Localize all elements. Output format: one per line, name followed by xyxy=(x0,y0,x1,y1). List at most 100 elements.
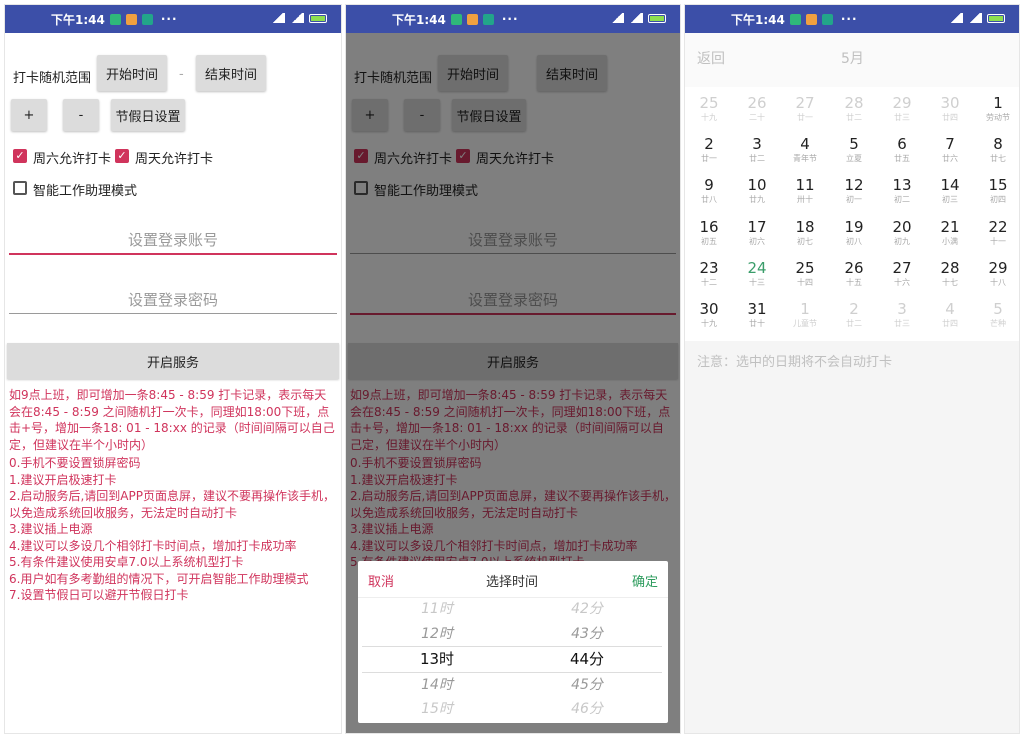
battery-icon xyxy=(309,13,327,23)
calendar-day[interactable]: 27 廿一 xyxy=(781,93,829,134)
calendar-day[interactable]: 29 廿三 xyxy=(878,93,926,134)
lunar-date: 初八 xyxy=(846,236,862,246)
calendar-day[interactable]: 2 廿一 xyxy=(685,134,733,175)
calendar-day[interactable]: 22 十一 xyxy=(974,217,1019,258)
dialog-title: 选择时间 xyxy=(486,575,539,590)
saturday-checkbox[interactable]: ✓ xyxy=(13,149,27,163)
calendar-day[interactable]: 5 芒种 xyxy=(974,299,1019,340)
calendar-day[interactable]: 30 十九 xyxy=(685,299,733,340)
calendar-day[interactable]: 31 廿十 xyxy=(733,299,781,340)
calendar-day[interactable]: 9 廿八 xyxy=(685,175,733,216)
app-notification-icon xyxy=(805,13,817,25)
more-notifications-icon: ··· xyxy=(501,12,519,26)
dialog-header: 取消 选择时间 确定 xyxy=(358,561,668,598)
calendar-day[interactable]: 3 廿二 xyxy=(733,134,781,175)
start-service-button[interactable]: 开启服务 xyxy=(7,343,339,379)
password-input[interactable]: 设置登录密码 xyxy=(9,283,337,317)
month-title: 5月 xyxy=(841,51,864,67)
end-time-button[interactable]: 结束时间 xyxy=(196,55,266,91)
calendar-day[interactable]: 6 廿五 xyxy=(878,134,926,175)
day-number: 1 xyxy=(993,94,1003,112)
day-number: 25 xyxy=(699,94,719,112)
day-number: 28 xyxy=(940,258,960,277)
minute-option[interactable]: 46分 xyxy=(512,697,662,722)
assistant-mode-checkbox[interactable] xyxy=(13,181,27,195)
lunar-date: 廿十 xyxy=(749,319,765,328)
calendar-day[interactable]: 26 二十 xyxy=(733,93,781,134)
calendar-day[interactable]: 11 卅十 xyxy=(781,175,829,216)
calendar-day[interactable]: 10 廿九 xyxy=(733,175,781,216)
calendar-day[interactable]: 25 十四 xyxy=(781,258,829,299)
hour-option[interactable]: 15时 xyxy=(362,697,512,722)
calendar-day[interactable]: 1 劳动节 xyxy=(974,93,1019,134)
calendar-day[interactable]: 17 初六 xyxy=(733,217,781,258)
account-input[interactable]: 设置登录账号 xyxy=(9,223,337,257)
calendar-day[interactable]: 28 十七 xyxy=(926,258,974,299)
lunar-date: 十九 xyxy=(701,113,717,122)
status-bar: 下午1:44 ··· xyxy=(5,5,341,33)
calendar-day[interactable]: 28 廿二 xyxy=(830,93,878,134)
hour-wheel[interactable]: 11时 12时 13时 14时 15时 xyxy=(362,597,512,722)
confirm-button[interactable]: 确定 xyxy=(632,571,658,590)
hour-option[interactable]: 14时 xyxy=(362,673,512,698)
lunar-date: 初九 xyxy=(894,236,910,246)
remove-time-button[interactable]: - xyxy=(63,99,99,131)
minute-option[interactable]: 45分 xyxy=(512,673,662,698)
calendar-day[interactable]: 2 廿二 xyxy=(830,299,878,340)
day-number: 4 xyxy=(945,300,955,318)
calendar-day[interactable]: 25 十九 xyxy=(685,93,733,134)
lunar-date: 十七 xyxy=(942,277,958,287)
minute-wheel[interactable]: 42分 43分 44分 45分 46分 xyxy=(512,597,662,722)
calendar-day[interactable]: 30 廿四 xyxy=(926,93,974,134)
calendar-day[interactable]: 7 廿六 xyxy=(926,134,974,175)
calendar-day[interactable]: 1 儿童节 xyxy=(781,299,829,340)
status-bar: 下午1:44 ··· xyxy=(346,5,680,33)
calendar-day[interactable]: 12 初一 xyxy=(830,175,878,216)
calendar-day[interactable]: 14 初三 xyxy=(926,175,974,216)
tip-item: 1.建议开启极速打卡 xyxy=(9,472,117,487)
hour-option-selected[interactable]: 13时 xyxy=(362,646,512,673)
more-notifications-icon: ··· xyxy=(840,12,858,26)
time-picker-dialog: 取消 选择时间 确定 11时 12时 13时 14时 15时 42分 43分 4… xyxy=(358,561,668,723)
calendar-day[interactable]: 21 小满 xyxy=(926,217,974,258)
cancel-button[interactable]: 取消 xyxy=(368,571,394,590)
holiday-calendar-screen: 下午1:44 ··· 返回 5月 25 十九 26 二十 27 廿一 28 廿二 29 廿三 30 廿… xyxy=(684,4,1020,734)
lunar-date: 廿六 xyxy=(942,154,958,164)
back-button[interactable]: 返回 xyxy=(697,48,725,68)
calendar-day[interactable]: 19 初八 xyxy=(830,217,878,258)
day-number: 25 xyxy=(795,258,815,277)
day-number: 15 xyxy=(988,176,1008,195)
calendar-day[interactable]: 18 初七 xyxy=(781,217,829,258)
calendar-day[interactable]: 8 廿七 xyxy=(974,134,1019,175)
calendar-day-today[interactable]: 24 十三 xyxy=(733,258,781,299)
holiday-settings-button[interactable]: 节假日设置 xyxy=(111,99,185,131)
hour-option[interactable]: 11时 xyxy=(362,597,512,622)
day-number: 16 xyxy=(699,217,719,236)
sunday-checkbox[interactable]: ✓ xyxy=(115,149,129,163)
calendar-day[interactable]: 4 青年节 xyxy=(781,134,829,175)
lunar-date: 初七 xyxy=(797,236,813,246)
lunar-date: 廿二 xyxy=(846,113,862,122)
calendar-day[interactable]: 29 十八 xyxy=(974,258,1019,299)
add-time-button[interactable]: + xyxy=(11,99,47,131)
lunar-date: 廿三 xyxy=(894,319,910,328)
minute-option[interactable]: 43分 xyxy=(512,622,662,647)
calendar-day[interactable]: 16 初五 xyxy=(685,217,733,258)
lunar-date: 廿五 xyxy=(894,154,910,164)
minute-option[interactable]: 42分 xyxy=(512,597,662,622)
calendar-day[interactable]: 3 廿三 xyxy=(878,299,926,340)
hour-option[interactable]: 12时 xyxy=(362,622,512,647)
calendar-day[interactable]: 5 立夏 xyxy=(830,134,878,175)
start-time-button[interactable]: 开始时间 xyxy=(97,55,167,91)
app-notification-icon xyxy=(466,13,478,25)
calendar-day[interactable]: 27 十六 xyxy=(878,258,926,299)
calendar-day[interactable]: 15 初四 xyxy=(974,175,1019,216)
minute-option-selected[interactable]: 44分 xyxy=(512,646,662,673)
calendar-day[interactable]: 20 初九 xyxy=(878,217,926,258)
calendar-day[interactable]: 23 十二 xyxy=(685,258,733,299)
calendar-day[interactable]: 4 廿四 xyxy=(926,299,974,340)
day-number: 13 xyxy=(892,176,912,195)
lunar-date: 十一 xyxy=(990,236,1006,246)
calendar-day[interactable]: 26 十五 xyxy=(830,258,878,299)
calendar-day[interactable]: 13 初二 xyxy=(878,175,926,216)
